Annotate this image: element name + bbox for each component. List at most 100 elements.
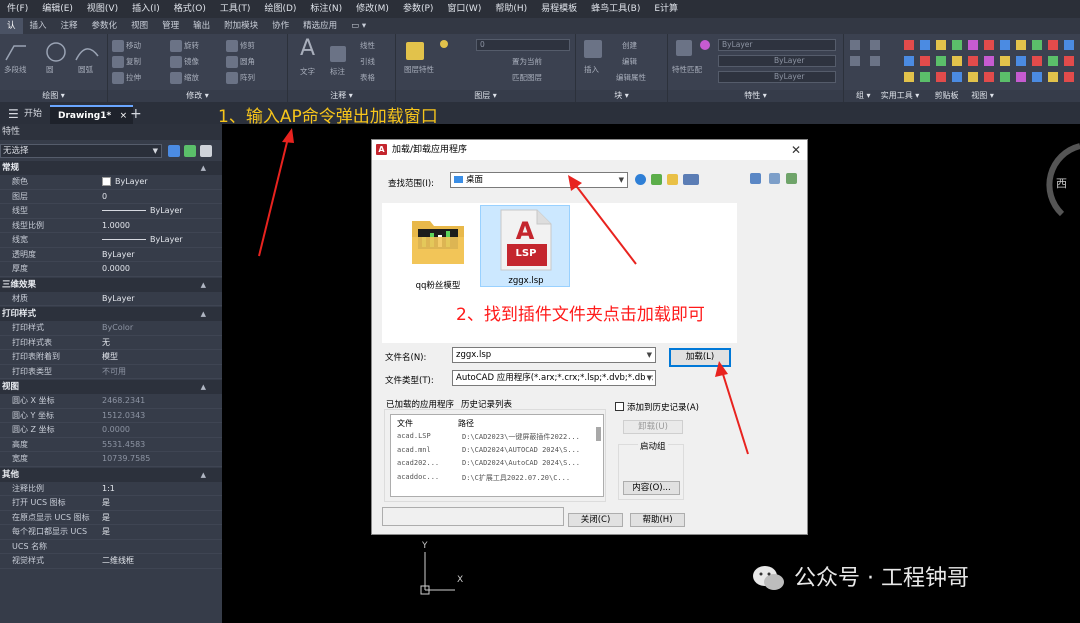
contents-button[interactable]: 内容(O)... — [623, 481, 680, 495]
menu-item[interactable]: 参数(P) — [396, 0, 440, 18]
collapse-icon[interactable]: ▲ — [201, 307, 206, 321]
lookin-dropdown[interactable]: 桌面 ▼ — [450, 172, 628, 188]
ribbon-tab[interactable]: 协作 — [265, 18, 296, 34]
property-value[interactable]: ByLayer — [102, 248, 210, 263]
property-value[interactable]: 二维线框 — [102, 554, 210, 569]
property-row[interactable]: 视觉样式 二维线框 — [0, 554, 222, 569]
ribbon-btn-dimension[interactable]: 标注 — [330, 66, 345, 77]
ribbon-tab[interactable]: 附加模块 — [217, 18, 265, 34]
viewcube-label-west[interactable]: 西 — [1056, 175, 1067, 191]
property-value[interactable]: 0.0000 — [102, 423, 210, 438]
menu-item[interactable]: 标注(N) — [303, 0, 349, 18]
collapse-icon[interactable]: ▲ — [201, 278, 206, 292]
up-folder-icon[interactable] — [651, 174, 662, 185]
property-row[interactable]: 打印表类型 不可用 — [0, 365, 222, 379]
ribbon-btn-linear[interactable]: 线性 — [360, 40, 375, 51]
add-favorites-icon[interactable] — [786, 173, 797, 184]
list-item[interactable]: acad.mnl D:\CAD2024\AUTOCAD 2024\S... — [397, 446, 580, 454]
layer-dropdown[interactable]: 0 — [476, 39, 570, 51]
color-dropdown[interactable]: ByLayer — [718, 39, 836, 51]
close-icon[interactable]: ✕ — [791, 141, 801, 159]
ribbon-btn-stretch[interactable]: 拉伸 — [126, 72, 141, 83]
ribbon-btn-circle[interactable]: 圆 — [46, 64, 54, 75]
property-section-header[interactable]: 视图 ▲ — [0, 380, 222, 394]
menu-item[interactable]: 窗口(W) — [440, 0, 488, 18]
list-item[interactable]: acaddoc... D:\C扩展工具2022.07.20\C... — [397, 473, 570, 482]
ribbon-btn-move[interactable]: 移动 — [126, 40, 141, 51]
menu-item[interactable]: 编辑(E) — [35, 0, 80, 18]
property-value[interactable]: ByLayer — [102, 175, 210, 190]
ribbon-btn-match-layer[interactable]: 匹配图层 — [512, 72, 542, 83]
property-value[interactable]: 模型 — [102, 350, 210, 365]
menu-item[interactable]: 易程模板 — [534, 0, 584, 18]
collapse-icon[interactable]: ▲ — [201, 468, 206, 482]
list-header-path[interactable]: 路径 — [458, 418, 474, 429]
add-tab-icon[interactable]: + — [122, 105, 150, 124]
ribbon-btn-array[interactable]: 阵列 — [240, 72, 255, 83]
property-value[interactable]: 无 — [102, 336, 210, 351]
property-row[interactable]: 宽度 10739.7585 — [0, 452, 222, 467]
list-header-file[interactable]: 文件 — [397, 418, 413, 429]
property-row[interactable]: 打印样式表 无 — [0, 336, 222, 351]
property-section-header[interactable]: 打印样式 ▲ — [0, 307, 222, 321]
property-section-header[interactable]: 常规 ▲ — [0, 161, 222, 175]
ribbon-btn-create[interactable]: 创建 — [622, 40, 637, 51]
property-value[interactable]: 10739.7585 — [102, 452, 210, 467]
help-button[interactable]: 帮助(H) — [630, 513, 685, 527]
property-row[interactable]: 圆心 Z 坐标 0.0000 — [0, 423, 222, 438]
menu-item[interactable]: 修改(M) — [349, 0, 396, 18]
property-value[interactable]: 1.0000 — [102, 219, 210, 234]
property-row[interactable]: 材质 ByLayer — [0, 292, 222, 306]
property-value[interactable]: 是 — [102, 511, 210, 526]
menu-item[interactable]: 视图(V) — [80, 0, 125, 18]
tab-start[interactable]: 开始 — [16, 105, 50, 124]
property-row[interactable]: 注释比例 1:1 — [0, 482, 222, 497]
ribbon-btn-arc[interactable]: 圆弧 — [78, 64, 93, 75]
ribbon-btn-edit-attr[interactable]: 编辑属性 — [616, 72, 646, 83]
menu-item[interactable]: 蜂鸟工具(B) — [584, 0, 647, 18]
ribbon-btn-fillet[interactable]: 圆角 — [240, 56, 255, 67]
ribbon-panel-title[interactable]: 注释 ▾ — [288, 90, 395, 102]
property-value[interactable]: ByLayer — [102, 233, 210, 248]
quick-select-icon[interactable] — [200, 145, 212, 157]
property-row[interactable]: 每个视口都显示 UCS 是 — [0, 525, 222, 540]
ribbon-btn-insert[interactable]: 插入 — [584, 64, 599, 75]
property-section-header[interactable]: 其他 ▲ — [0, 467, 222, 482]
ribbon-panel-title[interactable]: 块 ▾ — [576, 90, 667, 102]
ribbon-tab[interactable]: 认 — [0, 18, 23, 34]
ribbon-btn-text[interactable]: 文字 — [300, 66, 315, 77]
filetype-dropdown[interactable]: AutoCAD 应用程序(*.arx;*.crx;*.lsp;*.dvb;*.d… — [452, 370, 656, 386]
property-row[interactable]: UCS 名称 — [0, 540, 222, 554]
ribbon-btn-trim[interactable]: 修剪 — [240, 40, 255, 51]
locate-icon[interactable] — [769, 173, 780, 184]
collapse-icon[interactable]: ▲ — [201, 380, 206, 394]
ribbon-btn-polyline[interactable]: 多段线 — [4, 64, 27, 75]
ribbon-btn-set-current[interactable]: 置为当前 — [512, 56, 542, 67]
tool-icon-grid[interactable] — [848, 38, 1076, 82]
views-menu-icon[interactable] — [683, 174, 699, 185]
property-value[interactable]: 5531.4583 — [102, 438, 210, 453]
ribbon-btn-table[interactable]: 表格 — [360, 72, 375, 83]
load-button[interactable]: 加载(L) — [669, 348, 731, 367]
property-row[interactable]: 高度 5531.4583 — [0, 438, 222, 453]
tab-drawing1[interactable]: Drawing1* × — [50, 105, 134, 124]
ribbon-panel-title[interactable]: 修改 ▾ — [108, 90, 287, 102]
list-scrollbar[interactable] — [596, 427, 601, 441]
property-value[interactable]: ByLayer — [102, 204, 210, 219]
ribbon-tab[interactable]: 参数化 — [85, 18, 125, 34]
ribbon-btn-scale[interactable]: 缩放 — [184, 72, 199, 83]
property-row[interactable]: 打印样式 ByColor — [0, 321, 222, 336]
list-item[interactable]: acad.LSP D:\CAD2023\一键屏蔽插件2022... — [397, 432, 580, 441]
ribbon-panel-title[interactable]: 图层 ▾ — [396, 90, 575, 102]
ribbon-btn-match-props[interactable]: 特性匹配 — [672, 64, 702, 75]
file-item-lsp[interactable]: A LSP zggx.lsp — [480, 205, 570, 287]
ribbon-tab[interactable]: 管理 — [155, 18, 186, 34]
property-section-header[interactable]: 三维效果 ▲ — [0, 277, 222, 292]
close-button[interactable]: 关闭(C) — [568, 513, 623, 527]
property-value[interactable]: 1:1 — [102, 482, 210, 497]
list-item[interactable]: acad202... D:\CAD2024\AutoCAD 2024\S... — [397, 459, 580, 467]
ribbon-btn-rotate[interactable]: 旋转 — [184, 40, 199, 51]
property-value[interactable]: 0 — [102, 190, 210, 205]
ribbon-tab[interactable]: 注释 — [54, 18, 85, 34]
menu-item[interactable]: 件(F) — [0, 0, 35, 18]
